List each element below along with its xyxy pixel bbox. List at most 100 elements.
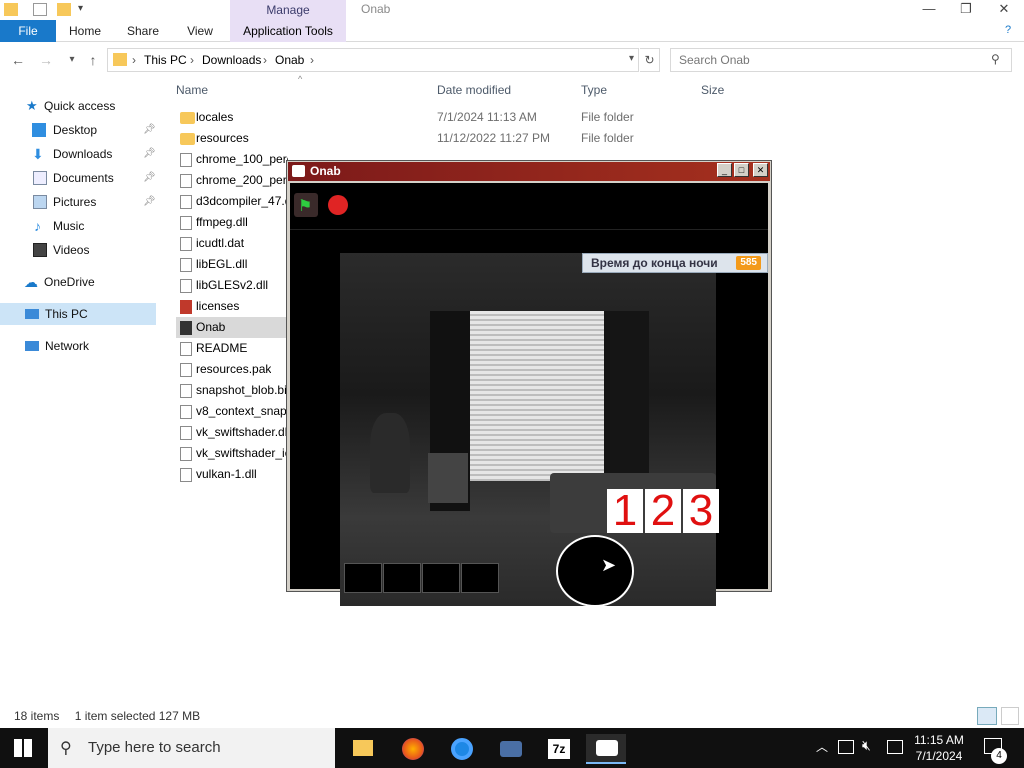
column-header-type[interactable]: Type <box>581 80 691 100</box>
7zip-taskbar-icon[interactable]: 7z <box>539 734 579 764</box>
tab-home[interactable]: Home <box>64 20 106 42</box>
file-name: snapshot_blob.bin <box>196 383 288 397</box>
close-icon[interactable]: ✕ <box>985 0 1023 18</box>
code-digit-1[interactable]: 1 <box>607 489 643 533</box>
file-row[interactable]: Onab <box>176 317 286 338</box>
restore-icon[interactable]: ❐ <box>947 0 985 18</box>
address-dropdown-icon[interactable]: ▾ <box>629 53 634 64</box>
breadcrumb-downloads[interactable]: Downloads <box>202 53 261 67</box>
bedroom-scene <box>340 253 716 606</box>
back-icon[interactable]: ← <box>8 50 28 70</box>
json-icon <box>180 447 192 461</box>
new-folder-icon[interactable] <box>57 3 71 16</box>
inventory-slot[interactable] <box>422 563 460 593</box>
sidebar-item-onedrive[interactable]: ☁ OneDrive <box>0 271 156 293</box>
code-digit-3[interactable]: 3 <box>683 489 719 533</box>
game-minimize-icon[interactable]: _ <box>717 163 732 177</box>
file-icon <box>180 174 192 188</box>
taskbar-search-input[interactable]: Type here to search <box>48 728 335 768</box>
game-maximize-icon[interactable]: □ <box>734 163 749 177</box>
file-row[interactable]: resources 11/12/2022 11:27 PM File folder <box>176 128 776 149</box>
sidebar-item-quick-access[interactable]: ★ Quick access <box>0 95 156 117</box>
manage-tab[interactable]: Manage <box>230 0 346 20</box>
pin-icon: 📌︎ <box>143 196 156 207</box>
inventory-slot[interactable] <box>461 563 499 593</box>
armchair <box>428 453 468 503</box>
file-name: licenses <box>196 299 240 313</box>
address-bar[interactable]: › This PC › Downloads › Onab › ▾ <box>107 48 639 72</box>
inventory-slot[interactable] <box>344 563 382 593</box>
forward-icon[interactable]: → <box>36 50 56 70</box>
tab-share[interactable]: Share <box>122 20 164 42</box>
sidebar-item-music[interactable]: ♪ Music <box>0 215 156 237</box>
details-view-icon[interactable] <box>977 707 997 725</box>
sidebar-item-network[interactable]: Network <box>0 335 156 357</box>
properties-icon[interactable] <box>33 3 47 16</box>
network-status-icon[interactable] <box>838 740 854 754</box>
clock-date: 7/1/2024 <box>915 749 963 763</box>
firefox-taskbar-icon[interactable] <box>392 734 432 764</box>
breadcrumb-this-pc[interactable]: This PC <box>144 53 187 67</box>
ime-icon[interactable] <box>887 740 903 754</box>
sidebar-item-label: This PC <box>45 307 88 321</box>
green-flag-button[interactable]: ⚑ <box>294 193 318 217</box>
folder-icon <box>180 133 195 145</box>
file-row[interactable]: locales 7/1/2024 11:13 AM File folder <box>176 107 776 128</box>
game-close-icon[interactable]: ✕ <box>753 163 768 177</box>
sidebar-item-documents[interactable]: Documents 📌︎ <box>0 167 156 189</box>
customize-toolbar-icon[interactable]: ▾ <box>78 3 83 14</box>
recent-locations-icon[interactable]: ▾ <box>62 50 82 70</box>
sidebar-item-label: Documents <box>53 171 114 185</box>
file-type: File folder <box>581 110 634 124</box>
music-icon: ♪ <box>34 218 41 234</box>
onab-taskbar-icon[interactable] <box>586 734 626 764</box>
code-digit-2[interactable]: 2 <box>645 489 681 533</box>
taskbar-clock[interactable]: 11:15 AM 7/1/2024 <box>906 732 972 764</box>
action-circle-button[interactable] <box>556 535 634 607</box>
sidebar-item-downloads[interactable]: ⬇ Downloads 📌︎ <box>0 143 156 165</box>
refresh-icon[interactable]: ↻ <box>640 48 660 72</box>
tab-view[interactable]: View <box>180 20 220 42</box>
game-title-bar[interactable]: Onab <box>288 162 770 181</box>
help-icon[interactable]: ? <box>1005 24 1011 36</box>
stop-button[interactable] <box>328 195 348 215</box>
windows-start-icon[interactable] <box>14 739 32 757</box>
pin-icon: 📌︎ <box>143 172 156 183</box>
breadcrumb-separator: › <box>190 53 194 67</box>
app-icon <box>292 165 305 177</box>
sidebar-item-videos[interactable]: Videos <box>0 239 156 261</box>
breadcrumb-onab[interactable]: Onab <box>275 53 304 67</box>
search-input[interactable]: Search Onab <box>670 48 1012 72</box>
file-explorer-taskbar-icon[interactable] <box>343 734 383 764</box>
document-icon <box>33 171 47 185</box>
file-name: vk_swiftshader.dll <box>196 425 288 439</box>
inventory-slot[interactable] <box>383 563 421 593</box>
sidebar-item-this-pc[interactable]: This PC <box>0 303 156 325</box>
tab-application-tools[interactable]: Application Tools <box>230 20 346 42</box>
volume-muted-icon[interactable]: 🔇︎ <box>862 737 871 754</box>
file-icon <box>180 405 192 419</box>
window-title: Onab <box>361 2 391 16</box>
column-header-name[interactable]: Name <box>176 80 430 100</box>
minimize-icon[interactable]: — <box>910 0 948 18</box>
sidebar-item-pictures[interactable]: Pictures 📌︎ <box>0 191 156 213</box>
column-header-size[interactable]: Size <box>701 80 777 100</box>
game-window[interactable]: Onab _ □ ✕ ⚑ Время до конца ночи 585 1 2… <box>286 160 772 607</box>
up-icon[interactable]: ↑ <box>83 50 103 70</box>
game-stage[interactable]: ⚑ Время до конца ночи 585 1 2 3 ➤ <box>290 183 768 607</box>
column-header-date[interactable]: Date modified <box>437 80 573 100</box>
dll-icon <box>180 216 192 230</box>
sidebar-item-label: Network <box>45 339 90 353</box>
sidebar-item-desktop[interactable]: Desktop 📌︎ <box>0 119 156 141</box>
show-hidden-icons-icon[interactable]: ︿ <box>816 738 828 755</box>
scratch-taskbar-icon[interactable] <box>490 734 530 764</box>
file-name: README <box>196 341 248 355</box>
tab-file[interactable]: File <box>0 20 56 42</box>
night-timer: Время до конца ночи 585 <box>582 253 768 273</box>
file-name: d3dcompiler_47.dll <box>196 194 288 208</box>
large-icons-view-icon[interactable] <box>1001 707 1019 725</box>
search-icon: ⚲ <box>60 740 72 757</box>
text-icon <box>180 342 192 356</box>
chrome-taskbar-icon[interactable] <box>441 734 481 764</box>
file-name: Onab <box>196 320 226 334</box>
